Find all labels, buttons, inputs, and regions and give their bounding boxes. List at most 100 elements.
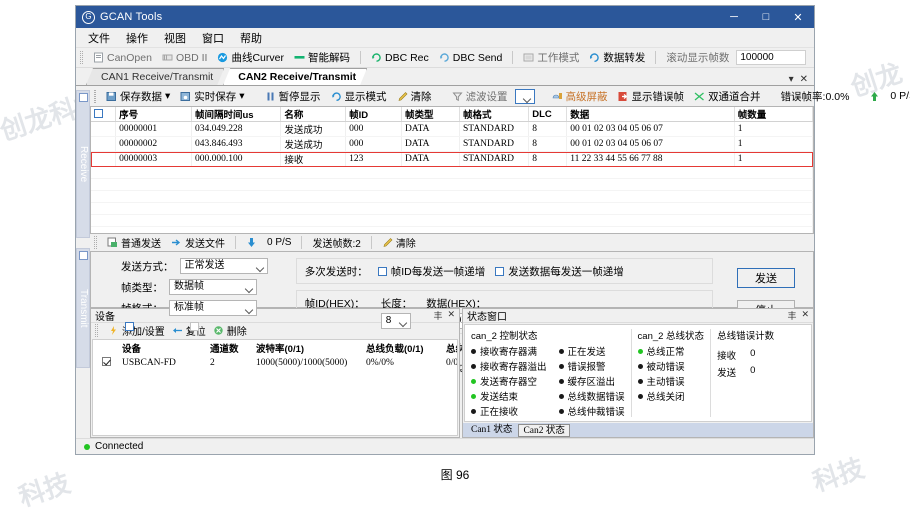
select-all-cell[interactable] (91, 107, 117, 122)
tab-can1[interactable]: CAN1 Receive/Transmit (86, 68, 224, 85)
display-mode-button[interactable]: 显示模式 (328, 88, 390, 105)
table-row[interactable]: 00000002 043.846.493 发送成功 000 DATA STAND… (91, 136, 813, 152)
canfd-checkbox[interactable] (125, 322, 134, 331)
devices-toolbar-grip[interactable] (95, 324, 98, 337)
toolbar-curve[interactable]: 曲线Curver (214, 49, 287, 66)
realtime-save-dropdown-icon[interactable]: ▾ (239, 90, 244, 102)
close-button[interactable]: ✕ (782, 6, 814, 28)
devices-header-channels[interactable]: 通道数 (207, 340, 253, 356)
filter-settings-button[interactable]: 滤波设置 (449, 88, 511, 105)
cell-name: 接收 (280, 151, 347, 167)
toolbar-grip[interactable] (80, 51, 83, 64)
send-file-button[interactable]: 发送文件 (168, 234, 228, 251)
toolbar-data-forward[interactable]: 数据转发 (586, 49, 648, 66)
header-frame-id[interactable]: 帧ID (345, 107, 402, 122)
device-checkbox[interactable] (101, 357, 111, 366)
devices-pin-icon[interactable]: 丰 (433, 309, 442, 322)
filter-settings-label: 滤波设置 (465, 90, 508, 103)
increment-id-checkbox[interactable] (377, 267, 387, 276)
menu-item-operation[interactable]: 操作 (126, 30, 148, 46)
menu-item-help[interactable]: 帮助 (240, 30, 262, 46)
display-mode-icon (331, 91, 342, 102)
toolbar-canopen[interactable]: CanOpen (90, 51, 155, 65)
menu-item-window[interactable]: 窗口 (202, 30, 224, 46)
figure-caption: 图 96 (440, 468, 470, 482)
tab-dropdown-icon[interactable]: ▾ (789, 74, 794, 85)
send-mode-select[interactable]: 正常发送 (179, 258, 268, 274)
vtab-receive[interactable]: Receive (76, 90, 90, 238)
toolbar-data-forward-label: 数据转发 (603, 52, 646, 64)
tab-close-icon[interactable]: ✕ (800, 74, 808, 85)
pause-display-button[interactable]: 暂停显示 (262, 88, 324, 105)
menu-item-file[interactable]: 文件 (88, 30, 110, 46)
increment-data-checkbox[interactable] (495, 267, 505, 276)
scroll-frames-input[interactable]: 100000 (736, 50, 807, 65)
row-select-cell[interactable] (91, 121, 117, 137)
vtab-transmit[interactable]: Transmit (76, 248, 90, 368)
table-row[interactable]: 00000001 034.049.228 发送成功 000 DATA STAND… (91, 121, 813, 137)
menu-item-view[interactable]: 视图 (164, 30, 186, 46)
toolbar-dbc-send[interactable]: DBC Send (436, 51, 506, 65)
receive-grid-pane[interactable]: 序号 帧间隔时间us 名称 帧ID 帧类型 帧格式 DLC 数据 帧数量 000… (90, 106, 814, 234)
delete-button[interactable]: 删除 (213, 323, 247, 338)
send-button[interactable]: 发送 (737, 268, 795, 288)
error-rx-value: 0 (750, 348, 756, 359)
devices-header-load[interactable]: 总线负载(0/1) (363, 340, 443, 356)
send-mode-row: 发送方式： 正常发送 (121, 258, 272, 274)
save-data-dropdown-icon[interactable]: ▾ (165, 90, 170, 102)
header-data[interactable]: 数据 (566, 107, 735, 122)
frame-type-select[interactable]: 数据帧 (169, 279, 257, 295)
transmit-toolbar-grip[interactable] (94, 235, 97, 249)
header-index[interactable]: 序号 (115, 107, 192, 122)
tab-can2-status[interactable]: Can2 状态 (518, 424, 570, 437)
menu-bar: 文件 操作 视图 窗口 帮助 (76, 28, 814, 48)
header-interval[interactable]: 帧间隔时间us (191, 107, 282, 122)
receive-toolbar-grip[interactable] (94, 89, 96, 103)
length-select[interactable]: 8 (380, 313, 411, 329)
table-row (91, 190, 813, 203)
tab-can1-status[interactable]: Can1 状态 (467, 424, 516, 437)
status-close-icon[interactable]: ✕ (801, 309, 809, 322)
header-frame-format[interactable]: 帧格式 (459, 107, 530, 122)
header-frame-count[interactable]: 帧数量 (734, 107, 813, 122)
toolbar-work-mode[interactable]: 工作模式 (520, 49, 582, 66)
frame-format-select[interactable]: 标准帧 (169, 300, 257, 316)
toolbar-dbc-rec-label: DBC Rec (384, 51, 429, 64)
add-settings-button[interactable]: 添加/设置 (108, 323, 165, 338)
toolbar-separator-1 (359, 51, 361, 64)
realtime-save-button[interactable]: 实时保存 ▾ (177, 88, 247, 105)
clear-receive-button[interactable]: 清除 (394, 88, 435, 105)
toolbar-curve-label: 曲线Curver (231, 52, 284, 64)
transmit-toolbar-separator-3 (370, 235, 372, 249)
advanced-mask-button[interactable]: 高级屏蔽 (549, 88, 611, 105)
toolbar-obd2[interactable]: OBD II (159, 51, 211, 65)
toolbar-dbc-rec[interactable]: DBC Rec (368, 51, 432, 65)
reset-button[interactable]: 复位 (172, 323, 206, 338)
header-frame-type[interactable]: 帧类型 (401, 107, 461, 122)
state-label: 总线正常 (646, 347, 685, 358)
cell-frame-format: STANDARD (459, 151, 530, 167)
header-dlc[interactable]: DLC (528, 107, 568, 122)
header-name[interactable]: 名称 (280, 107, 347, 122)
show-error-frames-button[interactable]: 显示错误帧 (615, 88, 688, 105)
status-pin-icon[interactable]: 丰 (787, 309, 796, 322)
devices-header-baud[interactable]: 波特率(0/1) (253, 340, 363, 356)
device-select-cell[interactable] (93, 356, 119, 369)
devices-header-device[interactable]: 设备 (119, 340, 207, 356)
select-all-checkbox[interactable] (94, 108, 103, 118)
minimize-button[interactable]: ─ (718, 6, 750, 28)
toolbar-decode[interactable]: 智能解码 (291, 49, 353, 66)
merge-channels-button[interactable]: 双通道合并 (691, 88, 764, 105)
row-select-cell[interactable] (91, 151, 117, 167)
clear-transmit-button[interactable]: 清除 (379, 234, 419, 251)
tab-can2[interactable]: CAN2 Receive/Transmit (223, 68, 367, 85)
table-row[interactable]: 00000003 000.000.100 接收 123 DATA STANDAR… (91, 151, 813, 167)
devices-header-flow[interactable]: 总线流量(0/1) (443, 340, 457, 356)
table-row[interactable]: USBCAN-FD 2 1000(5000)/1000(5000) 0%/0% … (93, 356, 457, 369)
devices-close-icon[interactable]: ✕ (447, 309, 455, 322)
filter-combo[interactable] (514, 88, 535, 104)
save-data-button[interactable]: 保存数据 ▾ (103, 88, 173, 105)
row-select-cell[interactable] (91, 136, 117, 152)
maximize-button[interactable]: □ (750, 6, 782, 28)
normal-send-button[interactable]: 普通发送 (104, 234, 164, 251)
